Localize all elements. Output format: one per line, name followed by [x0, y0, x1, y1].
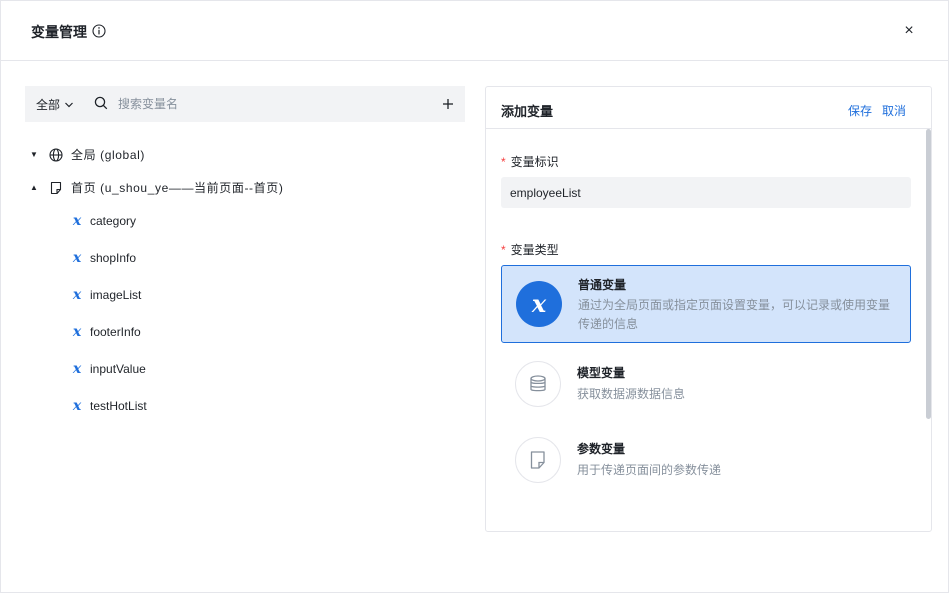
search-icon — [94, 96, 108, 110]
cancel-button[interactable]: 取消 — [882, 102, 906, 119]
page-icon — [50, 181, 62, 194]
variable-x-icon: x — [72, 324, 82, 340]
variable-x-icon: x — [516, 281, 562, 327]
caret-up-icon[interactable]: ▲ — [30, 183, 40, 193]
tree-variable-label: imageList — [90, 288, 142, 302]
variable-x-icon: x — [72, 398, 82, 414]
type-option-name: 普通变量 — [578, 278, 627, 292]
add-variable-panel: 添加变量 保存 取消 *变量标识 *变量类型 x 普通变量 通过为全局页面或指定… — [485, 86, 932, 532]
tree-node-global-label: 全局 (global) — [71, 148, 145, 162]
dialog-header: 变量管理 × — [1, 1, 948, 61]
tree-variable-label: category — [90, 214, 137, 228]
variable-manager-dialog: 变量管理 × 全部 ▼ 全局 — [0, 0, 949, 593]
database-icon — [515, 361, 561, 407]
tree-node-page-label: 首页 (u_shou_ye——当前页面--首页) — [71, 181, 284, 195]
variable-id-label: * 变量标识 — [501, 155, 559, 169]
variable-x-icon: x — [72, 287, 82, 303]
type-option-desc: 用于传递页面间的参数传递 — [577, 463, 722, 477]
variable-id-input[interactable] — [501, 177, 911, 208]
scope-select-value: 全部 — [36, 98, 61, 112]
tree-variable-item[interactable]: x testHotList — [70, 398, 147, 414]
panel-title: 添加变量 — [501, 104, 554, 119]
required-mark: * — [501, 243, 506, 257]
tree-variable-item[interactable]: x inputValue — [70, 361, 146, 377]
chevron-down-icon — [65, 102, 73, 107]
document-icon — [515, 437, 561, 483]
type-option-name: 参数变量 — [577, 442, 626, 456]
tree-variable-label: shopInfo — [90, 251, 137, 265]
type-option-desc: 获取数据源数据信息 — [577, 387, 686, 401]
variable-x-icon: x — [72, 250, 82, 266]
dialog-title: 变量管理 — [31, 24, 87, 40]
scope-select[interactable]: 全部 — [36, 96, 74, 113]
panel-header: 添加变量 保存 取消 — [486, 87, 931, 129]
tree-variable-label: footerInfo — [90, 325, 141, 339]
close-button[interactable]: × — [899, 21, 919, 41]
type-option-desc: 通过为全局页面或指定页面设置变量，可以记录或使用变量传递的信息 — [578, 298, 891, 331]
type-option-name: 模型变量 — [577, 366, 626, 380]
type-option-param[interactable]: 参数变量 用于传递页面间的参数传递 — [501, 433, 911, 511]
caret-down-icon[interactable]: ▼ — [30, 150, 40, 160]
tree-variable-item[interactable]: x imageList — [70, 287, 142, 303]
required-mark: * — [501, 155, 506, 169]
tree-node-page[interactable]: ▲ 首页 (u_shou_ye——当前页面--首页) — [30, 179, 283, 196]
variable-x-icon: x — [72, 213, 82, 229]
add-variable-button[interactable] — [439, 95, 457, 113]
type-option-normal[interactable]: x 普通变量 通过为全局页面或指定页面设置变量，可以记录或使用变量传递的信息 — [501, 265, 911, 343]
tree-variable-label: testHotList — [90, 399, 147, 413]
variable-x-icon: x — [72, 361, 82, 377]
panel-scrollbar[interactable] — [926, 129, 931, 419]
tree-node-global[interactable]: ▼ 全局 (global) — [30, 146, 145, 163]
tree-variable-item[interactable]: x footerInfo — [70, 324, 141, 340]
globe-icon — [49, 147, 63, 162]
tree-variable-item[interactable]: x category — [70, 213, 136, 229]
variable-toolbar: 全部 — [25, 86, 465, 122]
save-button[interactable]: 保存 — [848, 102, 872, 119]
tree-variable-label: inputValue — [90, 362, 146, 376]
tree-variable-item[interactable]: x shopInfo — [70, 250, 136, 266]
info-icon[interactable] — [92, 24, 106, 38]
search-input[interactable] — [118, 92, 418, 116]
type-option-model[interactable]: 模型变量 获取数据源数据信息 — [501, 357, 911, 435]
variable-type-label: * 变量类型 — [501, 243, 559, 257]
